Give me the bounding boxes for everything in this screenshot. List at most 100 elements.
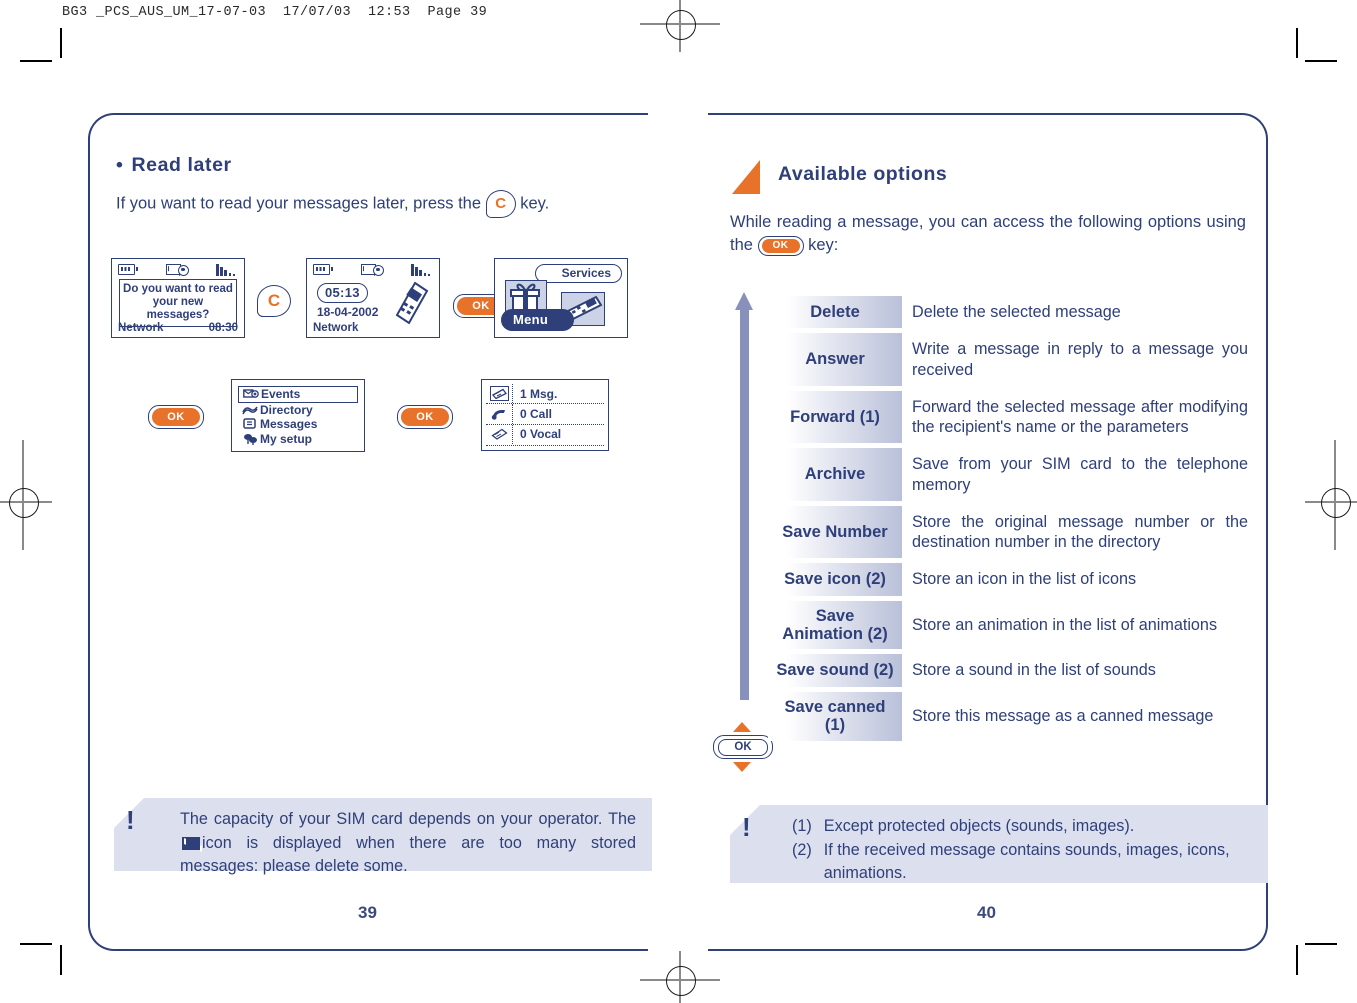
signal-bars-icon: [216, 263, 238, 276]
heading-text: Read later: [131, 154, 232, 176]
option-label[interactable]: Save icon (2): [768, 563, 902, 596]
events-row-label: 1 Msg.: [512, 384, 557, 404]
registration-mark-bottom: [640, 945, 720, 1003]
menu-item-directory[interactable]: Directory: [232, 403, 364, 418]
services-label: Services: [534, 264, 622, 283]
footnote-number: (2): [792, 840, 812, 859]
menu-item-label: Directory: [260, 402, 313, 417]
option-row: Save Number Store the original message n…: [768, 505, 1248, 559]
left-page-heading: • Read later: [116, 154, 232, 177]
warning-marker: !: [742, 812, 751, 842]
crop-mark-bottom-left-v: [60, 945, 62, 975]
menu-item-label: My setup: [260, 431, 313, 446]
option-description: Write a message in reply to a message yo…: [912, 340, 1248, 379]
option-label[interactable]: Forward (1): [768, 390, 902, 444]
intro-text-before: If you want to read your messages later,…: [116, 194, 482, 213]
menu-item-messages[interactable]: Messages: [232, 417, 364, 432]
crop-mark-top-left-v: [60, 28, 62, 58]
nav-ok-label: OK: [718, 738, 768, 756]
phone-screen-events: 1 Msg. 0 Call 0 Vocal: [481, 379, 609, 451]
main-menu-list: Events Directory Messages My setup: [232, 386, 364, 446]
crop-mark-bottom-left-h: [20, 943, 52, 945]
ok-key-label: OK: [401, 408, 449, 426]
sim-capacity-note: ! The capacity of your SIM card depends …: [114, 798, 652, 875]
right-page-intro: While reading a message, you can access …: [730, 211, 1246, 258]
option-description: Forward the selected message after modif…: [912, 397, 1248, 436]
option-label[interactable]: Save canned (1): [768, 691, 902, 741]
navigation-ok-key[interactable]: OK: [713, 722, 773, 772]
registration-mark-right: [1299, 440, 1357, 550]
heading-bullet: •: [116, 154, 124, 176]
directory-icon: [240, 404, 260, 416]
right-page-number: 40: [977, 903, 996, 922]
menu-item-label: Messages: [260, 417, 318, 432]
events-row-label: 0 Call: [520, 406, 553, 421]
print-header: BG3 _PCS_AUS_UM_17-07-03 17/07/03 12:53 …: [62, 5, 488, 20]
message-eye-icon: [166, 263, 190, 276]
battery-icon: [313, 264, 333, 275]
crop-mark-top-left-h: [20, 60, 52, 62]
phone-screen-prompt: Do you want to read your new messages? N…: [111, 258, 245, 338]
option-description: Delete the selected message: [912, 303, 1121, 321]
option-label[interactable]: Answer: [768, 333, 902, 386]
crop-mark-top-right-v: [1296, 28, 1298, 58]
left-page-number: 39: [358, 903, 377, 922]
full-mailbox-icon: [182, 836, 200, 850]
warning-marker: !: [126, 805, 135, 835]
option-label[interactable]: Save Number: [768, 505, 902, 559]
messages-icon: [240, 418, 260, 430]
option-row: Answer Write a message in reply to a mes…: [768, 333, 1248, 386]
c-key-icon[interactable]: C: [485, 190, 516, 218]
option-description: Store this message as a canned message: [912, 707, 1214, 726]
ok-key-icon[interactable]: OK: [757, 236, 804, 257]
footnote-text: Except protected objects (sounds, images…: [823, 817, 1135, 835]
options-table: Delete Delete the selected message Answe…: [768, 296, 1248, 746]
note-line-2: icon is displayed when there are too man…: [180, 833, 636, 876]
events-list: 1 Msg. 0 Call 0 Vocal: [486, 384, 604, 446]
events-row-msg[interactable]: 1 Msg.: [486, 384, 604, 404]
crop-mark-top-right-h: [1305, 60, 1337, 62]
menu-item-my-setup[interactable]: My setup: [232, 432, 364, 447]
footnotes-text: (1) Except protected objects (sounds, im…: [792, 815, 1252, 886]
option-label[interactable]: Save sound (2): [768, 654, 902, 687]
battery-icon: [118, 264, 138, 275]
events-row-vocal[interactable]: 0 Vocal: [486, 423, 604, 444]
nav-down-arrow-icon: [733, 762, 751, 772]
ok-key-label: OK: [761, 239, 800, 254]
option-row: Save Animation (2) Store an animation in…: [768, 600, 1248, 650]
menu-label: Menu: [501, 309, 575, 331]
option-row: Save sound (2) Store a sound in the list…: [768, 654, 1248, 687]
option-row: Delete Delete the selected message: [768, 296, 1248, 329]
ok-key-step-2[interactable]: OK: [148, 405, 204, 429]
c-key-step-1[interactable]: C: [257, 285, 291, 317]
section-triangle-icon: [732, 160, 760, 194]
footnote-number: (1): [792, 817, 812, 835]
registration-mark-left: [0, 440, 58, 550]
signal-bars-icon: [411, 263, 433, 276]
status-bar: [112, 261, 244, 277]
note-line-1: The capacity of your SIM card depends on…: [180, 810, 636, 828]
handset-icon: [395, 281, 429, 325]
events-row-call[interactable]: 0 Call: [486, 403, 604, 424]
option-label[interactable]: Delete: [768, 296, 902, 329]
idle-clock: 05:13: [317, 283, 368, 303]
phone-screen-main-menu: Events Directory Messages My setup: [231, 379, 365, 452]
events-row-label: 0 Vocal: [520, 427, 562, 442]
menu-item-label: Events: [261, 387, 301, 402]
option-row: Forward (1) Forward the selected message…: [768, 390, 1248, 444]
option-label[interactable]: Archive: [768, 448, 902, 501]
soft-key-right: 08:30: [208, 322, 238, 334]
option-row: Save canned (1) Store this message as a …: [768, 691, 1248, 741]
left-page-panel: • Read later If you want to read your mes…: [88, 113, 652, 951]
footnote-item: (1) Except protected objects (sounds, im…: [792, 815, 1252, 839]
option-description: Store an icon in the list of icons: [912, 570, 1137, 589]
ok-key-step-3[interactable]: OK: [397, 405, 453, 429]
prompt-message: Do you want to read your new messages?: [119, 279, 237, 327]
menu-item-events[interactable]: Events: [238, 386, 358, 403]
ok-key-label: OK: [152, 408, 200, 426]
intro-text-after: key:: [808, 236, 839, 255]
voicemail-icon: [490, 428, 508, 441]
footnote-item: (2) If the received message contains sou…: [792, 839, 1252, 886]
message-eye-icon: [361, 263, 385, 276]
option-label[interactable]: Save Animation (2): [768, 600, 902, 650]
